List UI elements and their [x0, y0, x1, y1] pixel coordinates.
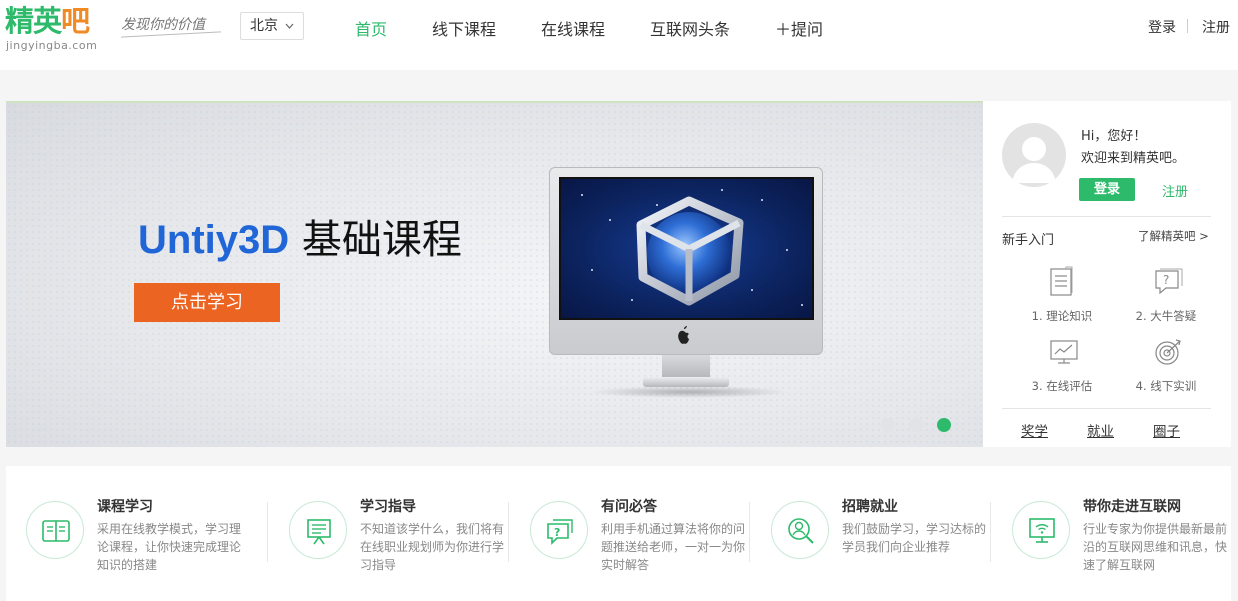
user-search-icon [788, 518, 814, 544]
monitor-chin [550, 323, 822, 355]
feature-desc: 利用手机通过算法将你的问题推送给老师，一对一为你实时解答 [601, 522, 746, 572]
slider-dot-3[interactable] [937, 418, 951, 432]
guide-item-theory[interactable]: 1. 理论知识 [1012, 266, 1112, 332]
chevron-down-icon [285, 13, 294, 49]
nav-home[interactable]: 首页 [355, 16, 387, 40]
monitor-frame [549, 167, 823, 355]
guide-item-practice[interactable]: 4. 线下实训 [1116, 336, 1216, 402]
open-book-icon [42, 520, 70, 542]
guide-item-assessment[interactable]: 3. 在线评估 [1012, 336, 1112, 402]
employment-link[interactable]: 就业 [1087, 420, 1114, 440]
slogan: 发现你的价值 [121, 17, 205, 33]
community-link[interactable]: 圈子 [1153, 420, 1180, 440]
start-learning-button[interactable]: 点击学习 [134, 283, 280, 322]
feature-divider [749, 502, 750, 562]
welcome-text: 欢迎来到精英吧。 [1081, 151, 1186, 166]
feature-course-learning[interactable]: 课程学习 采用在线教学模式，学习理论课程，让你快速完成理论知识的搭建 [6, 466, 248, 601]
nav-internet-news[interactable]: 互联网头条 [650, 16, 730, 40]
features-bar: 课程学习 采用在线教学模式，学习理论课程，让你快速完成理论知识的搭建 学习指导 … [6, 466, 1231, 601]
question-chat-icon: ? [547, 519, 573, 545]
feature-desc: 不知道该学什么，我们将有在线职业规划师为你进行学习指导 [360, 522, 505, 572]
feature-desc: 我们鼓励学习，学习达标的学员我们向企业推荐 [842, 522, 987, 554]
panel-register-link[interactable]: 注册 [1162, 181, 1188, 200]
guide-item-qa[interactable]: ? 2. 大牛答疑 [1116, 266, 1216, 332]
city-label: 北京 [250, 18, 278, 34]
banner-title-en: Untiy3D [138, 218, 290, 262]
panel-divider-bottom [1002, 408, 1211, 409]
guide-label-assessment: 3. 在线评估 [1031, 379, 1093, 393]
feature-title: 有问必答 [601, 499, 657, 515]
site-header: 精英吧 jingyingba.com 发现你的价值 北京 首页 线下课程 在线课… [0, 0, 1238, 70]
logo-text-ba: 吧 [61, 4, 90, 38]
guide-title: 新手入门 [1002, 233, 1055, 248]
about-link[interactable]: 了解精英吧 > [1138, 228, 1209, 244]
panel-login-button[interactable]: 登录 [1079, 178, 1135, 201]
feature-divider [508, 502, 509, 562]
svg-text:?: ? [1163, 273, 1169, 287]
slider-dot-2[interactable] [909, 418, 923, 432]
panel-divider [1002, 216, 1211, 217]
logo-text: 精英 [5, 4, 62, 38]
apple-logo-icon [678, 326, 689, 344]
greeting-text: Hi，您好！ [1081, 129, 1147, 144]
feature-icon-wrap [1012, 501, 1070, 559]
city-selector[interactable]: 北京 [240, 12, 304, 40]
banner-texture [6, 103, 983, 447]
scholarship-link[interactable]: 奖学 [1021, 420, 1048, 440]
question-bubble-icon: ? [1155, 268, 1183, 295]
unity-logo-icon [636, 196, 744, 306]
guide-label-practice: 4. 线下实训 [1135, 379, 1197, 393]
feature-icon-wrap [771, 501, 829, 559]
feature-recruitment[interactable]: 招聘就业 我们鼓励学习，学习达标的学员我们向企业推荐 [751, 466, 993, 601]
svg-text:?: ? [554, 526, 560, 539]
user-panel: Hi，您好！ 欢迎来到精英吧。 登录 注册 新手入门 了解精英吧 > 1. 理论… [983, 101, 1231, 447]
feature-title: 学习指导 [360, 499, 416, 515]
wifi-monitor-icon [1029, 518, 1055, 543]
site-logo[interactable]: 精英吧 jingyingba.com [5, 4, 113, 52]
document-icon [1050, 266, 1073, 296]
chart-screen-icon [1050, 340, 1078, 364]
nav-ask-question[interactable]: ＋提问 [775, 16, 823, 40]
banner-title: Untiy3D 基础课程 [138, 207, 462, 265]
feature-divider [267, 502, 268, 562]
presentation-board-icon [307, 519, 331, 545]
monitor-screen [559, 177, 814, 320]
feature-icon-wrap [26, 501, 84, 559]
guide-label-theory: 1. 理论知识 [1031, 309, 1093, 323]
hero-banner[interactable]: Untiy3D 基础课程 点击学习 [6, 101, 983, 447]
monitor-stand [662, 355, 710, 379]
feature-study-guidance[interactable]: 学习指导 不知道该学什么，我们将有在线职业规划师为你进行学习指导 [269, 466, 511, 601]
header-login-link[interactable]: 登录 [1148, 17, 1176, 37]
header-register-link[interactable]: 注册 [1202, 17, 1230, 37]
logo-domain: jingyingba.com [6, 39, 98, 52]
feature-title: 课程学习 [97, 499, 153, 515]
user-silhouette-icon [1012, 137, 1056, 183]
monitor-illustration [549, 167, 823, 399]
feature-answers[interactable]: ? 有问必答 利用手机通过算法将你的问题推送给老师，一对一为你实时解答 [510, 466, 752, 601]
slider-dot-1[interactable] [881, 418, 895, 432]
feature-title: 带你走进互联网 [1083, 499, 1181, 515]
header-divider [1187, 19, 1188, 33]
nav-offline-courses[interactable]: 线下课程 [432, 16, 496, 40]
avatar [1002, 123, 1066, 187]
feature-icon-wrap: ? [530, 501, 588, 559]
nav-online-courses[interactable]: 在线课程 [541, 16, 605, 40]
feature-internet[interactable]: 带你走进互联网 行业专家为你提供最新最前沿的互联网思维和讯息，快速了解互联网 [992, 466, 1234, 601]
feature-icon-wrap [289, 501, 347, 559]
feature-desc: 行业专家为你提供最新最前沿的互联网思维和讯息，快速了解互联网 [1083, 522, 1228, 572]
monitor-shadow [589, 386, 789, 398]
feature-desc: 采用在线教学模式，学习理论课程，让你快速完成理论知识的搭建 [97, 522, 242, 572]
banner-title-cn: 基础课程 [301, 217, 462, 263]
feature-title: 招聘就业 [842, 499, 898, 515]
target-icon [1155, 339, 1181, 365]
guide-label-qa: 2. 大牛答疑 [1135, 309, 1197, 323]
feature-divider [990, 502, 991, 562]
